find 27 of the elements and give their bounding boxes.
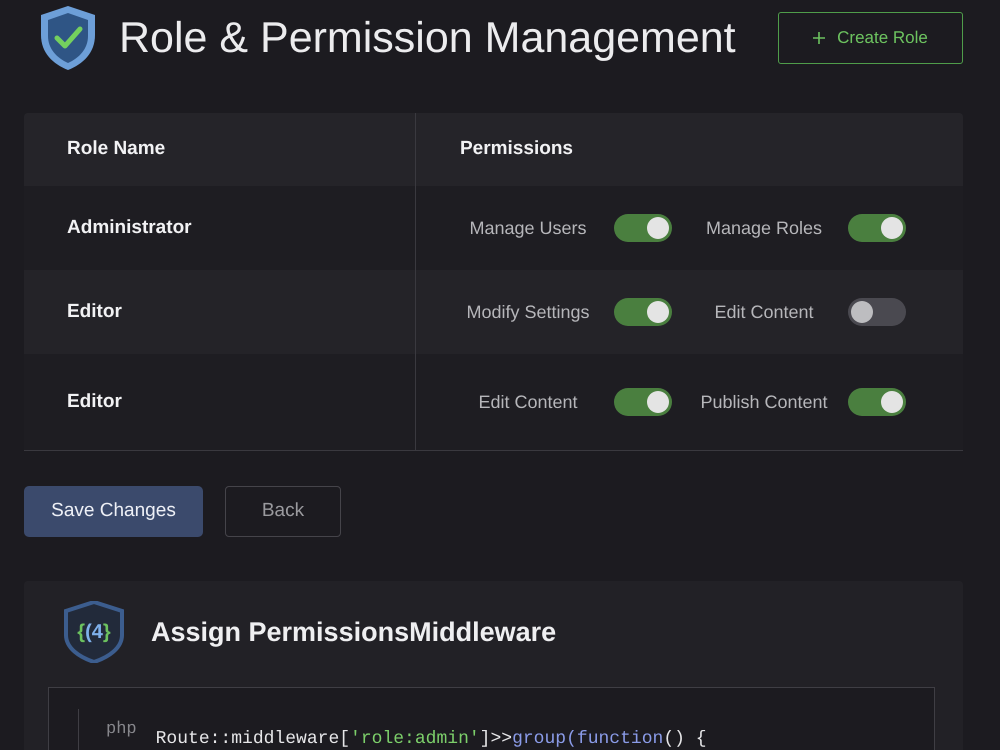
toggle-switch[interactable] bbox=[848, 298, 906, 326]
permission-label: Publish Content bbox=[699, 390, 829, 414]
column-header: Permissions bbox=[460, 137, 573, 162]
role-name: Editor bbox=[67, 390, 122, 414]
permission-label: Edit Content bbox=[713, 300, 815, 324]
role-name: Editor bbox=[67, 300, 122, 324]
permission-label: Edit Content bbox=[477, 390, 579, 414]
plus-icon bbox=[813, 32, 826, 44]
code-language: php bbox=[106, 721, 137, 739]
code-line: Route::middleware['role:admin']>>group(function() { bbox=[156, 730, 707, 748]
role-name: Administrator bbox=[67, 216, 192, 240]
create-role-button[interactable]: Create Role bbox=[778, 12, 963, 64]
toggle-switch[interactable] bbox=[614, 298, 672, 326]
section-title: Assign PermissionsMiddleware bbox=[151, 616, 556, 649]
toggle-switch[interactable] bbox=[614, 388, 672, 416]
save-changes-button[interactable]: Save Changes bbox=[24, 486, 203, 537]
toggle-switch[interactable] bbox=[614, 214, 672, 242]
toggle-switch[interactable] bbox=[848, 214, 906, 242]
back-button[interactable]: Back bbox=[225, 486, 341, 537]
page-title: Role & Permission Management bbox=[119, 12, 736, 64]
code-shield-icon: {(4} bbox=[62, 601, 126, 663]
column-header: Role Name bbox=[67, 137, 166, 162]
permission-label: Modify Settings bbox=[465, 300, 591, 324]
toggle-switch[interactable] bbox=[848, 388, 906, 416]
shield-check-icon bbox=[40, 4, 96, 70]
permission-label: Manage Users bbox=[468, 216, 588, 240]
permission-label: Manage Roles bbox=[704, 216, 824, 240]
